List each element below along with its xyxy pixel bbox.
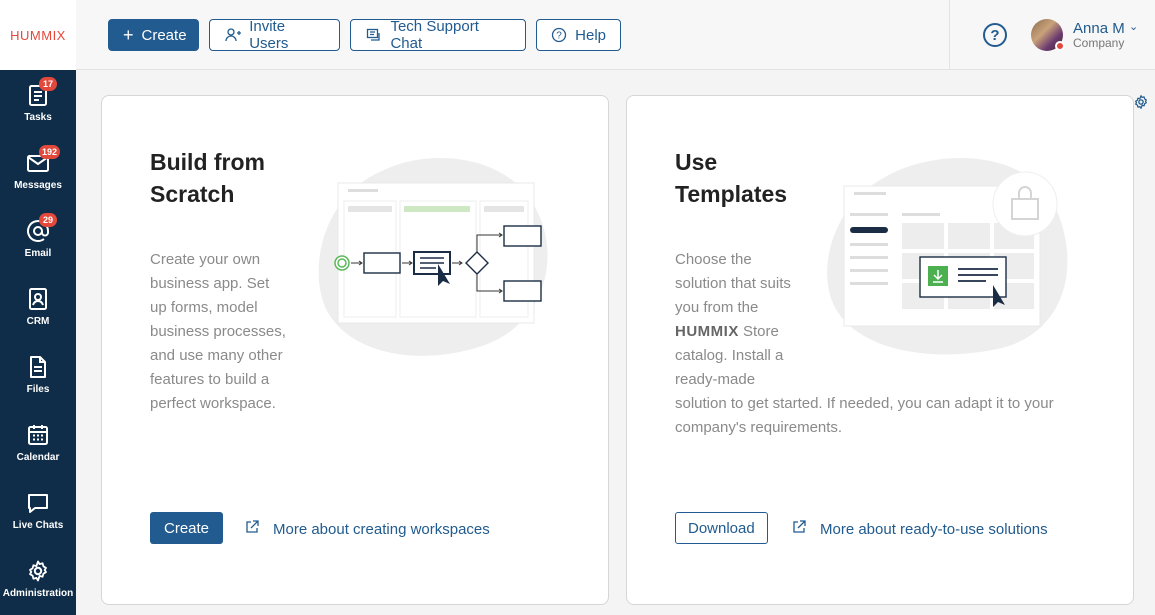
invite-users-button[interactable]: Invite Users [209,18,340,52]
store-name: HUMMIX [675,323,739,340]
desc-line: solution to get started. If needed, you … [675,395,1054,412]
at-icon: 29 [25,213,57,244]
user-company: Company [1073,36,1125,50]
create-button-label: Create [141,26,187,44]
desc-line: features to build a [150,371,270,388]
user-name[interactable]: Anna M [1073,20,1125,37]
sidebar-item-label: Live Chats [12,520,64,531]
sidebar-item-files[interactable]: Files [0,342,76,410]
card-title-line: Templates [675,181,788,207]
email-badge: 29 [39,213,57,227]
create-workspace-button[interactable]: Create [150,512,224,544]
question-circle-icon: ? [551,26,567,44]
sidebar-item-administration[interactable]: Administration [0,546,76,614]
more-about-creating-workspaces-link[interactable]: More about creating workspaces [245,520,490,538]
svg-text:?: ? [556,31,562,42]
link-label: More about ready-to-use solutions [820,520,1048,538]
desc-line: business processes, [150,323,286,340]
desc-line: perfect workspace. [150,395,276,412]
card-title-line: Scratch [150,181,235,207]
build-from-scratch-card: Build from Scratch Create your own busin… [101,95,609,605]
plus-icon: + [123,24,134,45]
sidebar-item-email[interactable]: 29 Email [0,206,76,274]
calendar-icon [25,422,51,448]
app-root: HUMMIX + Create Invite Users Tech Suppor… [0,0,1155,615]
sidebar-item-label: Email [24,248,52,259]
create-button[interactable]: + Create [108,19,199,51]
logo[interactable]: HUMMIX [0,0,76,70]
help-question-icon[interactable]: ? [983,23,1007,47]
desc-line: company's requirements. [675,419,843,436]
mail-icon: 192 [25,145,61,176]
tasks-icon: 17 [25,77,57,108]
help-button[interactable]: ? Help [536,19,621,51]
store-suffix: Store [738,323,779,340]
user-plus-icon [224,26,241,44]
sidebar-item-label: Calendar [16,452,60,463]
sidebar-item-label: CRM [26,316,50,327]
sidebar-item-label: Administration [2,588,74,599]
desc-line: business app. Set [150,275,270,292]
card-title-line: Use [675,149,718,175]
card-title: Use Templates [675,146,787,210]
external-link-icon [792,520,806,538]
use-templates-card: Use Templates Choose the solution that s… [626,95,1134,605]
status-dot [1055,41,1065,51]
sidebar-item-tasks[interactable]: 17 Tasks [0,70,76,138]
card-title-line: Build from [150,149,265,175]
desc-line: ready-made [675,371,756,388]
help-button-label: Help [575,26,606,44]
link-label: More about creating workspaces [273,520,490,538]
more-about-ready-to-use-solutions-link[interactable]: More about ready-to-use solutions [792,520,1048,538]
desc-line: Create your own [150,251,261,268]
desc-line: and use many other [150,347,283,364]
sidebar-item-label: Tasks [24,112,52,123]
contact-card-icon [25,286,51,312]
top-bar: HUMMIX + Create Invite Users Tech Suppor… [0,0,1155,70]
chevron-down-icon[interactable]: ⌄ [1129,20,1138,33]
tech-support-chat-label: Tech Support Chat [390,18,479,52]
sidebar: 17 Tasks 192 Messages 29 Email CRM Files… [0,70,76,615]
logo-text: HUMMIX [10,27,66,43]
messages-badge: 192 [39,145,61,159]
sidebar-item-label: Files [26,384,50,395]
file-icon [25,354,51,380]
sidebar-item-crm[interactable]: CRM [0,274,76,342]
chat-icon [25,490,51,516]
card-description: Create your own business app. Set up for… [150,248,286,416]
invite-users-label: Invite Users [249,18,289,52]
templates-illustration [827,158,1068,355]
tech-support-chat-button[interactable]: Tech Support Chat [350,18,526,52]
process-illustration [318,158,548,356]
desc-line: up forms, model [150,299,258,316]
page-settings-gear-icon[interactable] [1133,94,1151,112]
support-chat-icon [365,26,382,44]
external-link-icon [245,520,259,538]
sidebar-item-calendar[interactable]: Calendar [0,410,76,478]
gear-icon [25,558,51,584]
topbar-divider [949,0,950,70]
card-title: Build from Scratch [150,146,265,210]
download-button[interactable]: Download [675,512,768,544]
sidebar-item-messages[interactable]: 192 Messages [0,138,76,206]
tasks-badge: 17 [39,77,57,91]
sidebar-item-label: Messages [14,180,62,191]
sidebar-item-live-chats[interactable]: Live Chats [0,478,76,546]
